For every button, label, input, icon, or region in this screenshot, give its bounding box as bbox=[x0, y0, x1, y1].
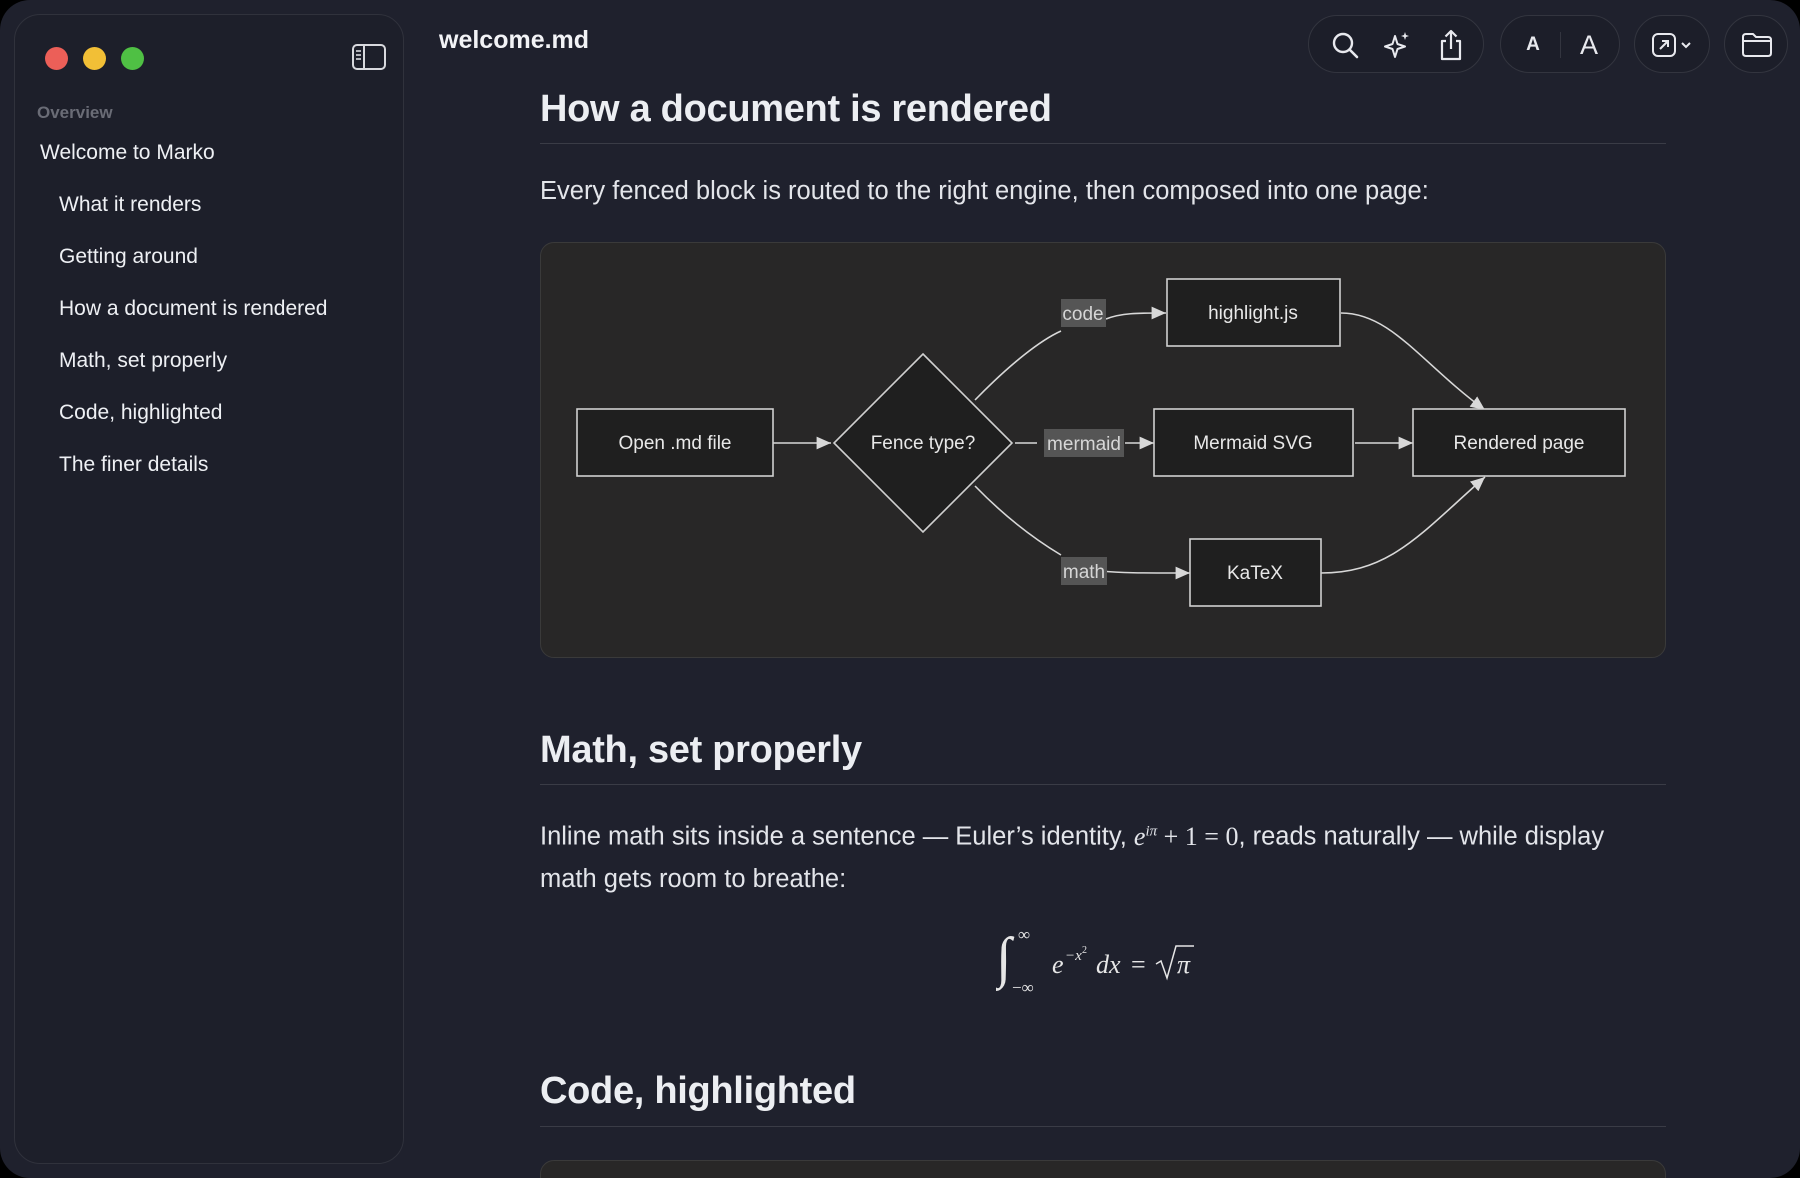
math-paragraph-before: Inline math sits inside a sentence — Eul… bbox=[540, 822, 1134, 851]
rendering-intro: Every fenced block is routed to the righ… bbox=[540, 177, 1429, 205]
svg-text:π: π bbox=[1177, 950, 1191, 979]
flowchart-svg: code mermaid math Open .md file Fence ty… bbox=[576, 278, 1626, 607]
font-larger-button[interactable]: A bbox=[1563, 16, 1615, 74]
font-larger-icon: A bbox=[1579, 29, 1598, 60]
sidebar-section-label: Overview bbox=[37, 103, 113, 122]
heading-rendering: How a document is rendered bbox=[540, 88, 1052, 130]
edge-code-highlight bbox=[1105, 306, 1167, 320]
font-smaller-icon: A bbox=[1526, 34, 1540, 55]
node-open-file-label: Open .md file bbox=[619, 433, 732, 454]
edge-katex-rendered bbox=[1320, 476, 1486, 574]
svg-text:∞: ∞ bbox=[1018, 925, 1030, 944]
edge-math-katex bbox=[1100, 566, 1191, 580]
toolbar-group-font-size: A A bbox=[1500, 15, 1620, 73]
svg-text:−x: −x bbox=[1065, 948, 1082, 964]
sparkle-icon bbox=[1384, 32, 1409, 58]
node-fence-type-label: Fence type? bbox=[871, 433, 976, 454]
font-smaller-button[interactable]: A bbox=[1507, 16, 1559, 74]
sidebar: Overview Welcome to Marko What it render… bbox=[14, 14, 404, 1164]
toolbar-group-folder bbox=[1724, 15, 1788, 73]
edge-label-code: code bbox=[1062, 304, 1103, 325]
svg-text:−∞: −∞ bbox=[1012, 978, 1034, 997]
close-window-button[interactable] bbox=[45, 47, 68, 70]
mermaid-diagram: code mermaid math Open .md file Fence ty… bbox=[540, 242, 1666, 658]
edge-label-math: math bbox=[1063, 562, 1105, 583]
heading-rule bbox=[540, 784, 1666, 785]
inline-math-euler: eiπ + 1 = 0 bbox=[1133, 821, 1239, 851]
edge-label-mermaid: mermaid bbox=[1047, 434, 1121, 455]
node-katex-label: KaTeX bbox=[1227, 563, 1283, 584]
toolbar-group-open bbox=[1634, 15, 1710, 73]
search-icon bbox=[1332, 32, 1359, 59]
share-button[interactable] bbox=[1425, 16, 1477, 74]
node-rendered-page-label: Rendered page bbox=[1454, 433, 1585, 454]
open-folder-button[interactable] bbox=[1731, 16, 1783, 74]
sidebar-item-how-rendered[interactable]: How a document is rendered bbox=[15, 283, 403, 335]
sidebar-toggle-icon[interactable] bbox=[351, 43, 387, 71]
heading-rule bbox=[540, 143, 1666, 144]
ai-assist-button[interactable] bbox=[1371, 16, 1423, 74]
toolbar-group-actions bbox=[1308, 15, 1484, 73]
open-external-icon bbox=[1652, 33, 1691, 57]
sidebar-item-code[interactable]: Code, highlighted bbox=[15, 387, 403, 439]
search-button[interactable] bbox=[1319, 16, 1371, 74]
heading-math: Math, set properly bbox=[540, 729, 862, 771]
heading-rule bbox=[540, 1126, 1666, 1127]
node-highlightjs-label: highlight.js bbox=[1208, 303, 1298, 324]
svg-text:=: = bbox=[1131, 950, 1146, 979]
display-math-gaussian: ∫ ∞ −∞ e −x 2 dx = π bbox=[993, 918, 1256, 998]
code-block bbox=[540, 1160, 1666, 1178]
toolbar-divider bbox=[1560, 32, 1561, 58]
app-window: Overview Welcome to Marko What it render… bbox=[0, 0, 1800, 1178]
edge-fence-code bbox=[974, 330, 1062, 401]
math-paragraph: Inline math sits inside a sentence — Eul… bbox=[540, 810, 1666, 900]
svg-text:dx: dx bbox=[1096, 950, 1121, 979]
folder-icon bbox=[1742, 33, 1772, 57]
sidebar-item-welcome[interactable]: Welcome to Marko bbox=[15, 127, 403, 179]
open-external-button[interactable] bbox=[1645, 16, 1701, 74]
sidebar-item-math[interactable]: Math, set properly bbox=[15, 335, 403, 387]
sidebar-outline: Welcome to Marko What it renders Getting… bbox=[15, 127, 403, 491]
heading-code: Code, highlighted bbox=[540, 1070, 856, 1112]
sidebar-item-what-it-renders[interactable]: What it renders bbox=[15, 179, 403, 231]
svg-text:e: e bbox=[1052, 950, 1064, 979]
minimize-window-button[interactable] bbox=[83, 47, 106, 70]
edge-highlight-rendered bbox=[1340, 312, 1486, 411]
chevron-down-icon bbox=[1681, 42, 1691, 49]
share-icon bbox=[1440, 29, 1462, 61]
document-title: welcome.md bbox=[439, 26, 590, 54]
sidebar-item-getting-around[interactable]: Getting around bbox=[15, 231, 403, 283]
zoom-window-button[interactable] bbox=[121, 47, 144, 70]
svg-text:2: 2 bbox=[1082, 945, 1087, 956]
edge-fence-math bbox=[974, 485, 1062, 556]
node-mermaid-svg-label: Mermaid SVG bbox=[1193, 433, 1312, 454]
sidebar-item-finer-details[interactable]: The finer details bbox=[15, 439, 403, 491]
